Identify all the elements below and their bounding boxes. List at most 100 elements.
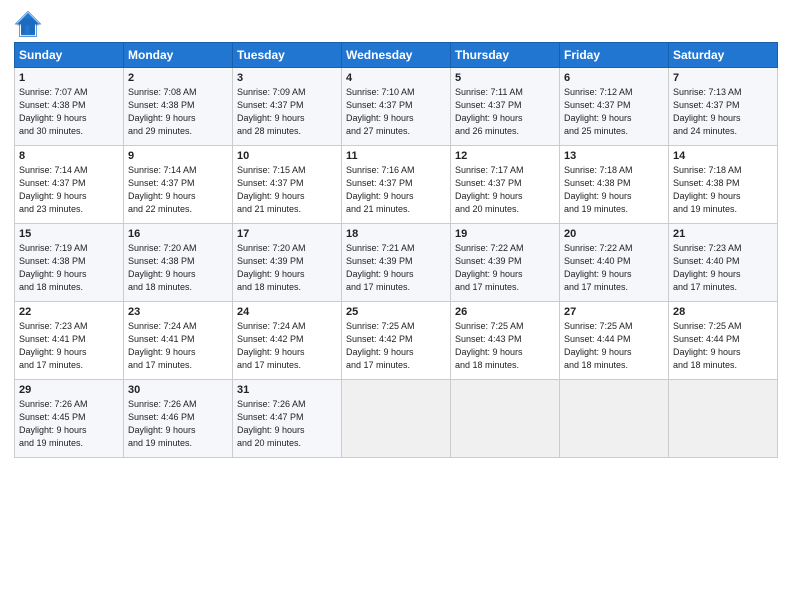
day-info: Sunrise: 7:24 AM Sunset: 4:41 PM Dayligh… [128,320,228,372]
day-info: Sunrise: 7:23 AM Sunset: 4:40 PM Dayligh… [673,242,773,294]
day-cell: 20Sunrise: 7:22 AM Sunset: 4:40 PM Dayli… [560,224,669,302]
day-cell: 27 Sunrise: 7:25 AM Sunset: 4:44 PM Dayli… [560,302,669,380]
week-row-5: 29Sunrise: 7:26 AM Sunset: 4:45 PM Dayli… [15,380,778,458]
day-number: 17 [237,228,337,240]
day-cell: 6 Sunrise: 7:12 AM Sunset: 4:37 PM Daylig… [560,68,669,146]
header [14,10,778,38]
day-info: Sunrise: 7:20 AM Sunset: 4:39 PM Dayligh… [237,242,337,294]
col-header-wednesday: Wednesday [342,43,451,68]
day-number: 5 [455,72,555,84]
day-cell: 2 Sunrise: 7:08 AM Sunset: 4:38 PM Daylig… [124,68,233,146]
day-cell: 10 Sunrise: 7:15 AM Sunset: 4:37 PM Dayli… [233,146,342,224]
day-cell: 4 Sunrise: 7:10 AM Sunset: 4:37 PM Daylig… [342,68,451,146]
day-number: 18 [346,228,446,240]
col-header-sunday: Sunday [15,43,124,68]
day-info: Sunrise: 7:11 AM Sunset: 4:37 PM Dayligh… [455,86,555,138]
day-number: 4 [346,72,446,84]
day-number: 12 [455,150,555,162]
day-number: 27 [564,306,664,318]
day-number: 14 [673,150,773,162]
calendar-table: SundayMondayTuesdayWednesdayThursdayFrid… [14,42,778,458]
col-header-thursday: Thursday [451,43,560,68]
day-info: Sunrise: 7:21 AM Sunset: 4:39 PM Dayligh… [346,242,446,294]
day-cell: 9Sunrise: 7:14 AM Sunset: 4:37 PM Daylig… [124,146,233,224]
day-cell: 17 Sunrise: 7:20 AM Sunset: 4:39 PM Dayli… [233,224,342,302]
week-row-1: 1 Sunrise: 7:07 AM Sunset: 4:38 PM Daylig… [15,68,778,146]
day-cell: 24 Sunrise: 7:24 AM Sunset: 4:42 PM Dayli… [233,302,342,380]
col-header-monday: Monday [124,43,233,68]
page-container: SundayMondayTuesdayWednesdayThursdayFrid… [0,0,792,466]
day-number: 21 [673,228,773,240]
day-cell: 3 Sunrise: 7:09 AM Sunset: 4:37 PM Daylig… [233,68,342,146]
day-number: 28 [673,306,773,318]
logo-icon [14,10,42,38]
day-info: Sunrise: 7:26 AM Sunset: 4:45 PM Dayligh… [19,398,119,450]
day-cell [669,380,778,458]
day-cell: 8 Sunrise: 7:14 AM Sunset: 4:37 PM Daylig… [15,146,124,224]
day-info: Sunrise: 7:16 AM Sunset: 4:37 PM Dayligh… [346,164,446,216]
day-info: Sunrise: 7:25 AM Sunset: 4:44 PM Dayligh… [673,320,773,372]
day-cell: 13 Sunrise: 7:18 AM Sunset: 4:38 PM Dayli… [560,146,669,224]
day-number: 20 [564,228,664,240]
day-cell: 11Sunrise: 7:16 AM Sunset: 4:37 PM Dayli… [342,146,451,224]
day-info: Sunrise: 7:20 AM Sunset: 4:38 PM Dayligh… [128,242,228,294]
day-info: Sunrise: 7:15 AM Sunset: 4:37 PM Dayligh… [237,164,337,216]
day-number: 10 [237,150,337,162]
day-cell: 19 Sunrise: 7:22 AM Sunset: 4:39 PM Dayli… [451,224,560,302]
day-number: 8 [19,150,119,162]
calendar-header-row: SundayMondayTuesdayWednesdayThursdayFrid… [15,43,778,68]
day-info: Sunrise: 7:25 AM Sunset: 4:44 PM Dayligh… [564,320,664,372]
day-info: Sunrise: 7:17 AM Sunset: 4:37 PM Dayligh… [455,164,555,216]
day-number: 13 [564,150,664,162]
day-number: 30 [128,384,228,396]
day-number: 6 [564,72,664,84]
day-cell [560,380,669,458]
day-info: Sunrise: 7:19 AM Sunset: 4:38 PM Dayligh… [19,242,119,294]
day-cell: 31Sunrise: 7:26 AM Sunset: 4:47 PM Dayli… [233,380,342,458]
day-cell: 12 Sunrise: 7:17 AM Sunset: 4:37 PM Dayli… [451,146,560,224]
day-number: 19 [455,228,555,240]
day-number: 2 [128,72,228,84]
week-row-2: 8 Sunrise: 7:14 AM Sunset: 4:37 PM Daylig… [15,146,778,224]
day-cell: 18 Sunrise: 7:21 AM Sunset: 4:39 PM Dayli… [342,224,451,302]
day-info: Sunrise: 7:08 AM Sunset: 4:38 PM Dayligh… [128,86,228,138]
day-cell: 25 Sunrise: 7:25 AM Sunset: 4:42 PM Dayli… [342,302,451,380]
day-number: 7 [673,72,773,84]
day-number: 16 [128,228,228,240]
logo-area [14,10,46,38]
day-cell: 15 Sunrise: 7:19 AM Sunset: 4:38 PM Dayli… [15,224,124,302]
day-cell: 28 Sunrise: 7:25 AM Sunset: 4:44 PM Dayli… [669,302,778,380]
day-cell: 22 Sunrise: 7:23 AM Sunset: 4:41 PM Dayli… [15,302,124,380]
day-info: Sunrise: 7:07 AM Sunset: 4:38 PM Dayligh… [19,86,119,138]
day-info: Sunrise: 7:25 AM Sunset: 4:42 PM Dayligh… [346,320,446,372]
day-info: Sunrise: 7:10 AM Sunset: 4:37 PM Dayligh… [346,86,446,138]
col-header-saturday: Saturday [669,43,778,68]
day-cell [342,380,451,458]
day-cell: 23 Sunrise: 7:24 AM Sunset: 4:41 PM Dayli… [124,302,233,380]
col-header-friday: Friday [560,43,669,68]
day-number: 3 [237,72,337,84]
week-row-4: 22 Sunrise: 7:23 AM Sunset: 4:41 PM Dayli… [15,302,778,380]
day-info: Sunrise: 7:18 AM Sunset: 4:38 PM Dayligh… [673,164,773,216]
day-info: Sunrise: 7:14 AM Sunset: 4:37 PM Dayligh… [19,164,119,216]
day-number: 15 [19,228,119,240]
day-cell: 7 Sunrise: 7:13 AM Sunset: 4:37 PM Daylig… [669,68,778,146]
day-info: Sunrise: 7:12 AM Sunset: 4:37 PM Dayligh… [564,86,664,138]
day-info: Sunrise: 7:22 AM Sunset: 4:39 PM Dayligh… [455,242,555,294]
day-number: 25 [346,306,446,318]
day-number: 22 [19,306,119,318]
day-number: 9 [128,150,228,162]
day-info: Sunrise: 7:24 AM Sunset: 4:42 PM Dayligh… [237,320,337,372]
day-info: Sunrise: 7:18 AM Sunset: 4:38 PM Dayligh… [564,164,664,216]
day-cell: 29Sunrise: 7:26 AM Sunset: 4:45 PM Dayli… [15,380,124,458]
day-number: 24 [237,306,337,318]
day-number: 31 [237,384,337,396]
day-info: Sunrise: 7:09 AM Sunset: 4:37 PM Dayligh… [237,86,337,138]
day-cell: 21 Sunrise: 7:23 AM Sunset: 4:40 PM Dayli… [669,224,778,302]
day-info: Sunrise: 7:23 AM Sunset: 4:41 PM Dayligh… [19,320,119,372]
day-cell: 1 Sunrise: 7:07 AM Sunset: 4:38 PM Daylig… [15,68,124,146]
day-cell [451,380,560,458]
day-number: 1 [19,72,119,84]
day-info: Sunrise: 7:13 AM Sunset: 4:37 PM Dayligh… [673,86,773,138]
day-number: 23 [128,306,228,318]
